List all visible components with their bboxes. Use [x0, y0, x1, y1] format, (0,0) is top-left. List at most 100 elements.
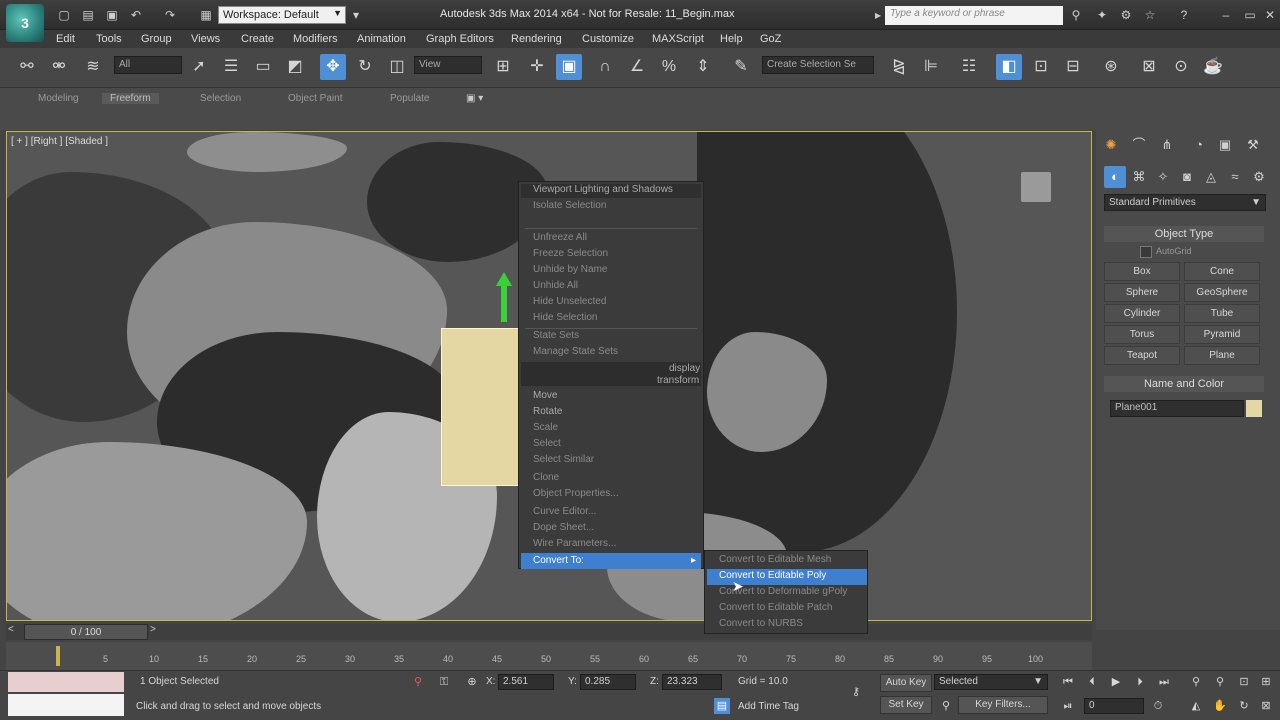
menu-create[interactable]: Create	[241, 33, 274, 45]
select-object-icon[interactable]: ➚	[186, 54, 212, 80]
key-mode-toggle-icon[interactable]: ⏯	[1060, 698, 1076, 714]
motion-tab-icon[interactable]: ◔	[1188, 134, 1210, 156]
sphere-button[interactable]: Sphere	[1104, 283, 1180, 302]
modify-tab-icon[interactable]: ⌒	[1128, 134, 1150, 156]
pivot-center-icon[interactable]: ⊞	[490, 54, 516, 80]
previous-frame-icon[interactable]: ⏴	[1084, 674, 1100, 690]
favorites-icon[interactable]: ☆	[1142, 7, 1158, 23]
play-icon[interactable]: ▶	[1108, 674, 1124, 690]
cylinder-button[interactable]: Cylinder	[1104, 304, 1180, 323]
rollout-object-type[interactable]: Object Type	[1104, 226, 1264, 242]
menu-item-convert-editable-mesh[interactable]: Convert to Editable Mesh	[719, 554, 831, 568]
menu-item-unhide-by-name[interactable]: Unhide by Name	[533, 264, 607, 278]
search-input[interactable]: Type a keyword or phrase	[885, 6, 1063, 25]
maximize-viewport-icon[interactable]: ⊠	[1258, 698, 1274, 714]
menu-item-unhide-all[interactable]: Unhide All	[533, 280, 578, 294]
unlink-icon[interactable]: ⚮	[46, 54, 72, 80]
menu-rendering[interactable]: Rendering	[511, 33, 562, 45]
autogrid-checkbox[interactable]	[1140, 246, 1152, 258]
select-by-name-icon[interactable]: ☰	[218, 54, 244, 80]
time-prev-icon[interactable]: <	[8, 624, 14, 635]
window-crossing-icon[interactable]: ◩	[282, 54, 308, 80]
snaps-toggle-icon[interactable]: ∩	[592, 54, 618, 80]
menu-item-state-sets[interactable]: State Sets	[533, 330, 579, 344]
viewport-label[interactable]: [ + ] [Right ] [Shaded ]	[11, 136, 108, 147]
utilities-tab-icon[interactable]: ⚒	[1242, 134, 1264, 156]
menu-item-select[interactable]: Select	[533, 438, 561, 452]
menu-help[interactable]: Help	[720, 33, 743, 45]
undo-icon[interactable]: ↶	[128, 7, 144, 23]
menu-item-convert-nurbs[interactable]: Convert to NURBS	[719, 618, 803, 632]
align-icon[interactable]: ⊫	[918, 54, 944, 80]
layer-manager-icon[interactable]: ☷	[956, 54, 982, 80]
set-key-icon[interactable]: ⚷	[848, 684, 864, 700]
orbit-icon[interactable]: ↻	[1236, 698, 1252, 714]
menu-goz[interactable]: GoZ	[760, 33, 781, 45]
app-logo-icon[interactable]: 3	[6, 4, 44, 42]
menu-item-scale[interactable]: Scale	[533, 422, 558, 436]
plane-button[interactable]: Plane	[1184, 346, 1260, 365]
move-gizmo-axis[interactable]	[501, 282, 507, 322]
menu-tools[interactable]: Tools	[96, 33, 122, 45]
menu-item-rotate[interactable]: Rotate	[533, 406, 562, 420]
menu-item-wire-parameters[interactable]: Wire Parameters...	[533, 538, 616, 552]
zoom-icon[interactable]: ⚲	[1188, 674, 1204, 690]
auto-key-button[interactable]: Auto Key	[880, 674, 932, 692]
select-and-move-icon[interactable]: ✥	[320, 54, 346, 80]
z-coordinate-field[interactable]: 23.323	[662, 674, 722, 690]
menu-item-curve-editor[interactable]: Curve Editor...	[533, 506, 596, 520]
graphite-toolbar-icon[interactable]: ◧	[996, 54, 1022, 80]
rollout-name-and-color[interactable]: Name and Color	[1104, 376, 1264, 392]
viewcube-icon[interactable]	[1021, 172, 1051, 202]
current-frame-field[interactable]: 0	[1084, 698, 1144, 714]
maximize-icon[interactable]: ▭	[1242, 7, 1258, 23]
named-selection-dropdown[interactable]: Create Selection Se	[762, 56, 874, 74]
workspace-dropdown[interactable]: Workspace: Default ▼	[218, 6, 346, 24]
rendered-frame-window-icon[interactable]: ⊙	[1168, 54, 1194, 80]
pan-icon[interactable]: ✋	[1212, 698, 1228, 714]
tab-object-paint[interactable]: Object Paint	[288, 93, 342, 104]
menu-item-convert-editable-patch[interactable]: Convert to Editable Patch	[719, 602, 832, 616]
teapot-button[interactable]: Teapot	[1104, 346, 1180, 365]
edit-named-selection-icon[interactable]: ✎	[728, 54, 754, 80]
menu-modifiers[interactable]: Modifiers	[293, 33, 338, 45]
zoom-extents-icon[interactable]: ⊡	[1236, 674, 1252, 690]
torus-button[interactable]: Torus	[1104, 325, 1180, 344]
shapes-icon[interactable]: ⌘	[1128, 166, 1150, 188]
lights-icon[interactable]: ✧	[1152, 166, 1174, 188]
time-tag-icon[interactable]: ▤	[714, 698, 730, 714]
isolate-icon[interactable]: ⚲	[410, 674, 426, 690]
time-configuration-icon[interactable]: ⏱	[1150, 698, 1166, 714]
geometry-icon[interactable]: ◐	[1104, 166, 1126, 188]
field-of-view-icon[interactable]: ◭	[1188, 698, 1204, 714]
selection-filter-dropdown[interactable]: All	[114, 56, 182, 74]
object-color-swatch[interactable]	[1246, 400, 1262, 417]
subscription-icon[interactable]: ✦	[1094, 7, 1110, 23]
menu-item-freeze-selection[interactable]: Freeze Selection	[533, 248, 608, 262]
maxscript-listener-pink[interactable]	[8, 672, 124, 692]
keyboard-shortcut-override-icon[interactable]: ▣	[556, 54, 582, 80]
add-time-tag[interactable]: Add Time Tag	[738, 701, 799, 712]
angle-snap-icon[interactable]: ∠	[624, 54, 650, 80]
menu-edit[interactable]: Edit	[56, 33, 75, 45]
reference-coord-dropdown[interactable]: View	[414, 56, 482, 74]
systems-icon[interactable]: ⚙	[1248, 166, 1270, 188]
menu-animation[interactable]: Animation	[357, 33, 406, 45]
go-to-end-icon[interactable]: ⏭	[1156, 674, 1172, 690]
save-file-icon[interactable]: ▣	[104, 7, 120, 23]
schematic-view-icon[interactable]: ⊟	[1060, 54, 1086, 80]
time-next-icon[interactable]: >	[150, 624, 156, 635]
ribbon-options-icon[interactable]: ▣ ▾	[466, 93, 483, 104]
rectangle-selection-icon[interactable]: ▭	[250, 54, 276, 80]
menu-item-clone[interactable]: Clone	[533, 472, 559, 486]
tab-freeform[interactable]: Freeform	[102, 93, 159, 104]
set-key-button[interactable]: Set Key	[880, 696, 932, 714]
go-to-start-icon[interactable]: ⏮	[1060, 674, 1076, 690]
menu-item-manage-state-sets[interactable]: Manage State Sets	[533, 346, 618, 360]
menu-item-isolate-selection[interactable]: Isolate Selection	[533, 200, 606, 214]
cone-button[interactable]: Cone	[1184, 262, 1260, 281]
zoom-extents-all-icon[interactable]: ⊞	[1258, 674, 1274, 690]
next-frame-icon[interactable]: ⏵	[1132, 674, 1148, 690]
trackbar[interactable]: 5 10 15 20 25 30 35 40 45 50 55 60 65 70…	[6, 642, 1092, 670]
space-warps-icon[interactable]: ≈	[1224, 166, 1246, 188]
